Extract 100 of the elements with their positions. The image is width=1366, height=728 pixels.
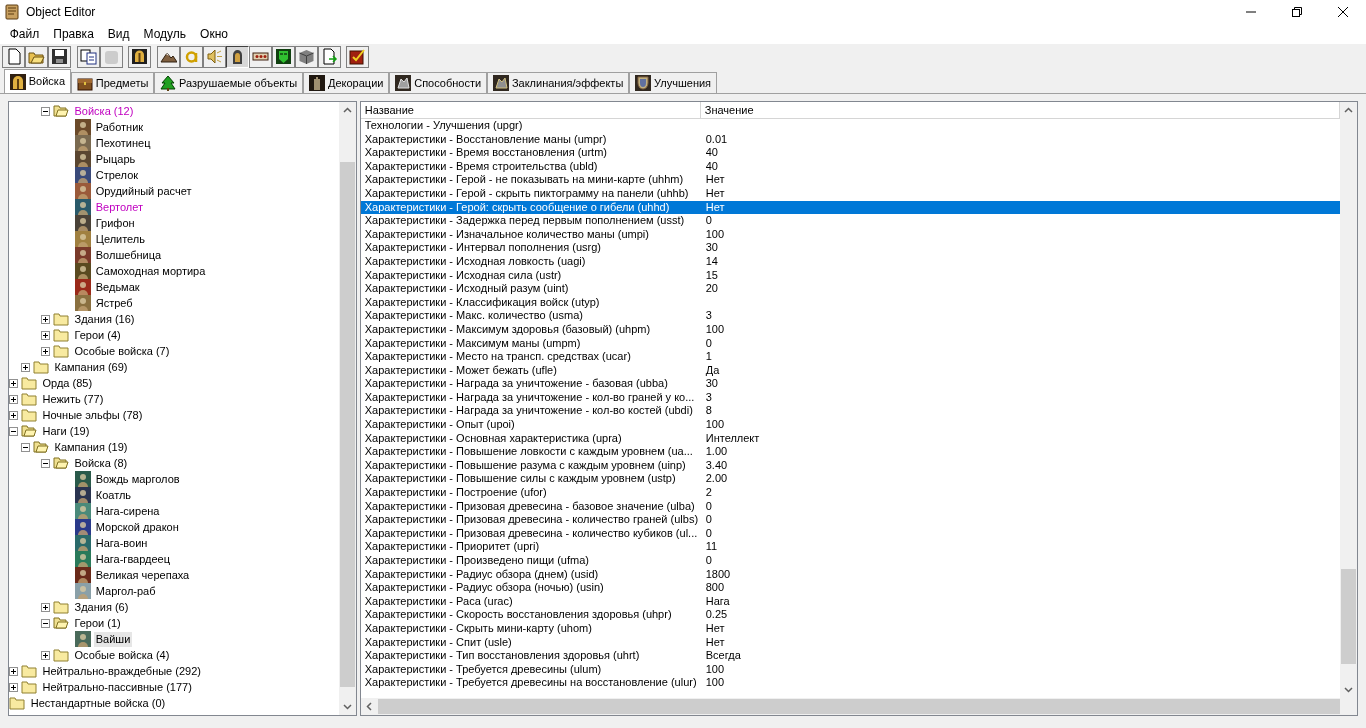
property-row[interactable]: Характеристики - Повышение ловкости с каждым уровнем (ua... 1.00 (360, 445, 1340, 459)
expand-toggle[interactable] (41, 314, 50, 324)
tree-item[interactable]: Нестандартные войска (0) (28, 695, 168, 711)
property-row[interactable]: Характеристики - Тип восстановления здоровья (uhrt) Всегда (360, 649, 1340, 663)
expand-toggle[interactable] (41, 346, 50, 356)
property-row[interactable]: Характеристики - Максимум маны (umpm) 0 (360, 336, 1340, 351)
property-row[interactable]: Характеристики - Время строительства (ubld) 40 (360, 159, 1340, 174)
tab[interactable]: Заклинания/эффекты (487, 72, 630, 93)
tree-item[interactable]: Орудийный расчет (93, 183, 194, 199)
property-row[interactable]: Характеристики - Опыт (upoi) 100 (360, 418, 1340, 432)
tree-item[interactable]: Особые войска (4) (72, 647, 172, 663)
property-row[interactable]: Характеристики - Изначальное количество маны (umpi) 100 (360, 227, 1340, 242)
menu-item[interactable]: Окно (193, 24, 235, 44)
tree-item[interactable]: Герои (4) (72, 327, 123, 343)
property-row[interactable]: Характеристики - Интервал пополнения (usrg) 30 (360, 241, 1340, 255)
expand-toggle[interactable] (41, 650, 50, 660)
tree-item[interactable]: Нага-сирена (93, 503, 162, 519)
property-row[interactable]: Характеристики - Награда за уничтожение - кол-во костей (ubdi) 8 (360, 404, 1340, 419)
tree-item[interactable]: Кампания (19) (52, 439, 130, 455)
expand-toggle[interactable] (9, 666, 18, 676)
scroll-thumb[interactable] (340, 162, 355, 687)
menu-item[interactable]: Правка (46, 24, 101, 44)
property-row[interactable]: Характеристики - Герой: скрыть сообщение о гибели (uhhd) Нет (360, 200, 1340, 215)
property-row[interactable]: Характеристики - Скрыть мини-карту (uhom) Нет (360, 621, 1340, 636)
tree-item[interactable]: Морской дракон (93, 519, 181, 535)
toolbar-button[interactable] (346, 45, 369, 68)
tree-item[interactable]: Вертолет (93, 199, 146, 215)
property-row[interactable]: Характеристики - Скорость восстановления здоровья (uhpr) 0.25 (360, 608, 1340, 622)
expand-toggle[interactable] (9, 426, 18, 436)
property-row[interactable]: Характеристики - Герой - скрыть пиктограмму на панели (uhhb) Нет (360, 186, 1340, 201)
property-row[interactable]: Характеристики - Требуется древесины (ulum) 100 (360, 662, 1340, 677)
tree-item[interactable]: Нейтрально-пассивные (177) (40, 679, 194, 695)
tab[interactable]: Декорации (303, 72, 390, 93)
toolbar-button[interactable] (248, 45, 272, 68)
tree-item[interactable]: Грифон (93, 215, 137, 231)
column-header[interactable]: Название (360, 102, 701, 118)
toolbar-button[interactable] (156, 45, 180, 68)
tree-item[interactable]: Кампания (69) (52, 359, 130, 375)
property-row[interactable]: Характеристики - Восстановление маны (umpr) 0.01 (360, 132, 1340, 147)
property-row[interactable]: Характеристики - Исходный разум (uint) 20 (360, 282, 1340, 296)
tree-item[interactable]: Вождь марголов (93, 471, 182, 487)
tree-item[interactable]: Наги (19) (40, 423, 92, 439)
tree-item[interactable]: Особые войска (7) (72, 343, 172, 359)
tree-item[interactable]: Герои (1) (72, 615, 123, 631)
tree-item[interactable]: Нага-гвардеец (93, 551, 173, 567)
property-row[interactable]: Характеристики - Задержка перед первым пополнением (usst) 0 (360, 214, 1340, 228)
property-row[interactable]: Характеристики - Радиус обзора (днем) (usid) 1800 (360, 567, 1340, 582)
expand-toggle[interactable] (9, 682, 18, 692)
property-row[interactable]: Характеристики - Может бежать (ufle) Да (360, 363, 1340, 378)
expand-toggle[interactable] (21, 362, 30, 372)
tree-item[interactable]: Нага-воин (93, 535, 150, 551)
expand-toggle[interactable] (21, 442, 30, 452)
expand-toggle[interactable] (41, 602, 50, 612)
tab[interactable]: Способности (389, 72, 488, 93)
tree-item[interactable]: Ведьмак (93, 279, 142, 295)
property-row[interactable]: Характеристики - Время восстановления (urtm) 40 (360, 146, 1340, 160)
vertical-scrollbar[interactable] (339, 102, 356, 715)
tree-item[interactable]: Войска (12) (72, 103, 136, 119)
tree-item[interactable]: Самоходная мортира (93, 263, 208, 279)
tab[interactable]: Предметы (71, 72, 155, 93)
tree-item[interactable]: Войска (8) (72, 455, 130, 471)
property-row[interactable]: Характеристики - Максимум здоровья (базовый) (uhpm) 100 (360, 322, 1340, 337)
property-row[interactable]: Характеристики - Призовая древесина - количество кубиков (ul... 0 (360, 526, 1340, 541)
toolbar-button[interactable] (225, 45, 249, 68)
property-row[interactable]: Характеристики - Требуется древесины на восстановление (ulur) 100 (360, 676, 1340, 690)
tree-item[interactable]: Великая черепаха (93, 567, 192, 583)
property-row[interactable]: Технологии - Улучшения (upgr) (360, 119, 1340, 133)
menu-item[interactable]: Модуль (136, 24, 194, 44)
tree-item[interactable]: Пехотинец (93, 135, 153, 151)
toolbar-button[interactable] (48, 45, 71, 68)
property-row[interactable]: Характеристики - Призовая древесина - количество граней (ulbs) 0 (360, 513, 1340, 527)
tree-item[interactable]: Здания (6) (72, 599, 131, 615)
property-row[interactable]: Характеристики - Призовая древесина - базовое значение (ulba) 0 (360, 499, 1340, 514)
expand-toggle[interactable] (9, 410, 18, 420)
property-row[interactable]: Характеристики - Классификация войск (utyp) (360, 295, 1340, 310)
property-row[interactable]: Характеристики - Основная характеристика (upra) Интеллект (360, 431, 1340, 446)
property-row[interactable]: Характеристики - Макс. количество (usma) 3 (360, 309, 1340, 323)
expand-toggle[interactable] (41, 618, 50, 628)
property-row[interactable]: Характеристики - Повышение силы с каждым уровнем (ustp) 2.00 (360, 472, 1340, 487)
expand-toggle[interactable] (41, 330, 50, 340)
tree-item[interactable]: Работник (93, 119, 146, 135)
toolbar-button[interactable] (271, 45, 295, 68)
property-row[interactable]: Характеристики - Произведено пищи (ufma) 0 (360, 554, 1340, 568)
tree-item[interactable]: Ночные эльфы (78) (40, 407, 145, 423)
tree-item[interactable]: Вайши (93, 631, 133, 647)
expand-toggle[interactable] (41, 106, 50, 116)
property-row[interactable]: Характеристики - Построение (ufor) 2 (360, 486, 1340, 500)
property-row[interactable]: Характеристики - Награда за уничтожение - кол-во граней у ко... 3 (360, 390, 1340, 405)
vertical-scrollbar[interactable] (1340, 102, 1357, 698)
tree-item[interactable]: Рыцарь (93, 151, 138, 167)
tree-item[interactable]: Нейтрально-враждебные (292) (40, 663, 203, 679)
tree-item[interactable]: Маргол-раб (93, 583, 158, 599)
tree-item[interactable]: Орда (85) (40, 375, 95, 391)
property-row[interactable]: Характеристики - Герой - не показывать на мини-карте (uhhm) Нет (360, 173, 1340, 187)
tree-item[interactable]: Стрелок (93, 167, 141, 183)
property-row[interactable]: Характеристики - Место на трансп. средствах (ucar) 1 (360, 350, 1340, 364)
property-row[interactable]: Характеристики - Награда за уничтожение - базовая (ubba) 30 (360, 377, 1340, 391)
tree-item[interactable]: Нежить (77) (40, 391, 106, 407)
property-row[interactable]: Характеристики - Приоритет (upri) 11 (360, 540, 1340, 554)
menu-item[interactable]: Вид (100, 24, 137, 44)
